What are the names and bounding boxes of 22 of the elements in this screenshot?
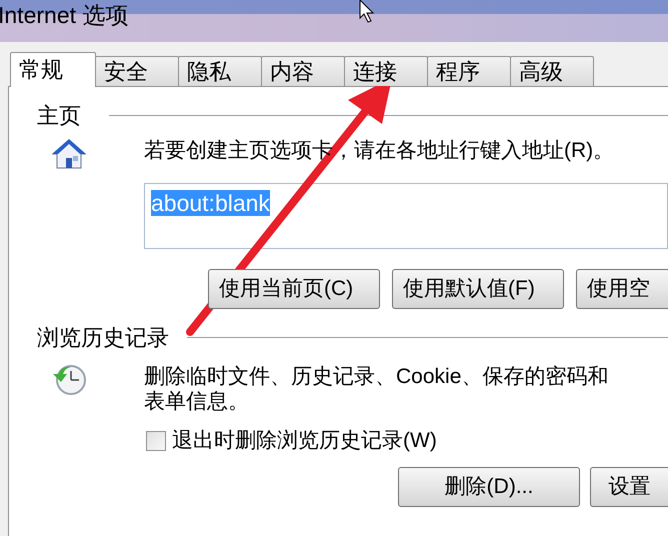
house-icon	[51, 138, 87, 170]
section-heading: 浏览历史记录	[37, 324, 169, 352]
description-text: 表单信息。	[144, 389, 250, 414]
dialog-button[interactable]: 使用当前页(C)	[208, 269, 380, 309]
tab[interactable]: 高级	[510, 56, 594, 86]
dialog-button[interactable]: 设置	[590, 467, 668, 507]
checkbox-label: 退出时删除浏览历史记录(W)	[172, 428, 437, 453]
cursor-icon	[360, 0, 374, 23]
tab[interactable]: 常规	[10, 52, 96, 87]
dialog-button[interactable]: 删除(D)...	[398, 467, 580, 507]
dialog-button[interactable]: 使用空	[576, 269, 668, 309]
checkbox[interactable]	[146, 430, 166, 450]
tab[interactable]: 程序	[427, 56, 511, 86]
dialog-button[interactable]: 使用默认值(F)	[392, 269, 564, 309]
clock-icon	[51, 364, 87, 396]
section-heading: 主页	[37, 102, 81, 130]
tab[interactable]: 安全	[95, 56, 179, 86]
tab[interactable]: 连接	[344, 56, 428, 86]
window-title: Internet 选项	[0, 1, 128, 30]
tab[interactable]: 隐私	[178, 56, 262, 86]
description-text: 删除临时文件、历史记录、Cookie、保存的密码和	[144, 364, 610, 389]
tab[interactable]: 内容	[261, 56, 345, 86]
